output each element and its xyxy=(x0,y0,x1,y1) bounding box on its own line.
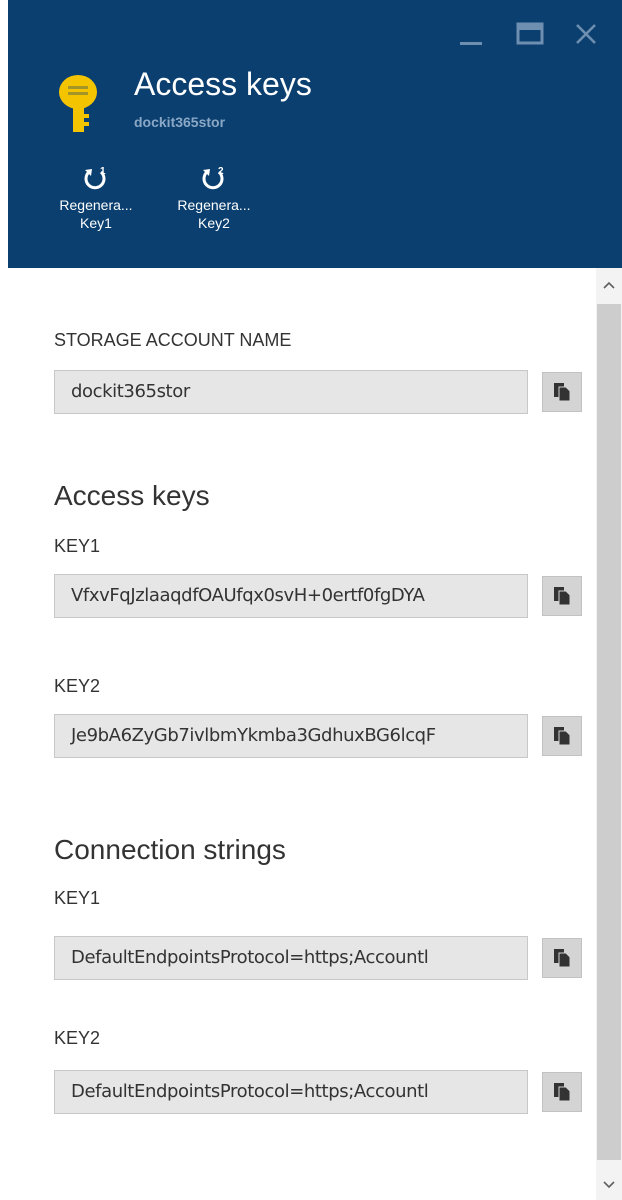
maximize-button[interactable] xyxy=(510,14,550,54)
blade-content: STORAGE ACCOUNT NAME dockit365stor Acces… xyxy=(0,268,622,1200)
scroll-down-icon xyxy=(603,1181,615,1189)
minimize-icon xyxy=(460,42,482,45)
access-key2-label: KEY2 xyxy=(54,676,101,696)
close-button[interactable] xyxy=(566,14,606,54)
regenerate-key2-label-line2: Key2 xyxy=(198,215,230,231)
regenerate-key1-label-line1: Regenera... xyxy=(59,197,133,213)
blade-subtitle: dockit365stor xyxy=(134,114,226,130)
connection-key2-label: KEY2 xyxy=(54,1028,101,1048)
connection-string1-field[interactable]: DefaultEndpointsProtocol=https;Accountl xyxy=(54,936,528,980)
scroll-up-button[interactable] xyxy=(596,272,622,298)
blade-title: Access keys xyxy=(134,66,312,102)
scroll-thumb[interactable] xyxy=(597,304,621,1160)
copy-icon xyxy=(554,727,571,746)
blade-header: Access keys dockit365stor 1 Regenera... … xyxy=(8,0,622,268)
access-key1-field[interactable]: VfxvFqJzlaaqdfOAUfqx0svH+0ertf0fgDYA xyxy=(54,574,528,618)
copy-connection-string1-button[interactable] xyxy=(542,938,582,978)
storage-account-name-field[interactable]: dockit365stor xyxy=(54,370,528,414)
badge-2: 2 xyxy=(218,166,224,177)
vertical-scrollbar[interactable] xyxy=(596,268,622,1200)
regenerate-key2-button[interactable]: 2 Regenera... Key2 xyxy=(164,164,264,232)
access-key1-label: KEY1 xyxy=(54,536,101,556)
copy-icon xyxy=(554,1083,571,1102)
maximize-icon xyxy=(516,22,544,45)
copy-icon xyxy=(554,383,571,402)
key-icon xyxy=(59,75,97,132)
regenerate-key2-label-line1: Regenera... xyxy=(177,197,251,213)
scroll-up-icon xyxy=(603,281,615,289)
connection-key1-label: KEY1 xyxy=(54,888,101,908)
close-icon xyxy=(576,24,596,44)
connection-strings-heading: Connection strings xyxy=(54,834,286,865)
copy-icon xyxy=(554,949,571,968)
copy-icon xyxy=(554,587,571,606)
storage-account-name-label: STORAGE ACCOUNT NAME xyxy=(54,330,292,350)
badge-1: 1 xyxy=(100,166,106,177)
regenerate-key1-label-line2: Key1 xyxy=(80,215,112,231)
access-keys-heading: Access keys xyxy=(54,480,210,511)
minimize-button[interactable] xyxy=(452,14,492,54)
copy-connection-string2-button[interactable] xyxy=(542,1072,582,1112)
copy-storage-name-button[interactable] xyxy=(542,372,582,412)
scroll-down-button[interactable] xyxy=(596,1172,622,1198)
copy-access-key2-button[interactable] xyxy=(542,716,582,756)
regenerate-key1-button[interactable]: 1 Regenera... Key1 xyxy=(46,164,146,232)
copy-access-key1-button[interactable] xyxy=(542,576,582,616)
access-key2-field[interactable]: Je9bA6ZyGb7ivlbmYkmba3GdhuxBG6lcqF xyxy=(54,714,528,758)
regenerate-key2-icon: 2 xyxy=(202,166,224,190)
regenerate-key1-icon: 1 xyxy=(84,166,106,190)
connection-string2-field[interactable]: DefaultEndpointsProtocol=https;Accountl xyxy=(54,1070,528,1114)
